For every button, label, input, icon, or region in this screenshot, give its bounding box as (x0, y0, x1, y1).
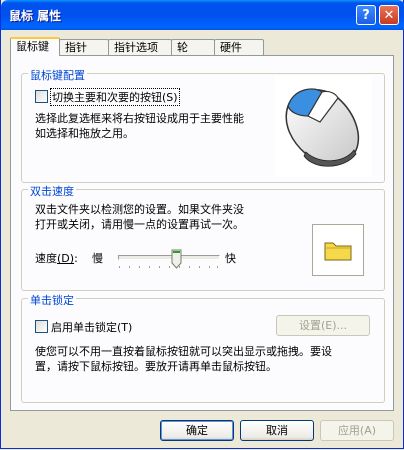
slider-track (118, 255, 220, 260)
mouse-icon (285, 88, 360, 167)
click-lock-group: 单击锁定 启用单击锁定(T) 设置(E)... 使您可以不用一直按着鼠标按钮就可… (21, 292, 385, 403)
title-bar[interactable]: 鼠标 属性 ? ✕ (1, 0, 404, 30)
tab-panel: 鼠标键配置 切换主要和次要的按钮(S) 选择此复选框来将右按钮设成用于主要性能 … (10, 55, 394, 411)
tab-buttons[interactable]: 鼠标键 (10, 37, 60, 56)
tab-wheel[interactable]: 轮 (171, 39, 215, 55)
tab-hardware[interactable]: 硬件 (214, 39, 264, 55)
help-button[interactable]: ? (356, 5, 376, 25)
double-click-desc-2: 打开或关闭，请用慢一点的设置再试一次。 (35, 218, 244, 231)
switch-buttons-checkbox[interactable] (35, 90, 48, 103)
button-config-desc-2: 如选择和拖放之用。 (35, 127, 134, 140)
tab-pointer-options[interactable]: 指针选项 (108, 39, 172, 55)
click-lock-title: 单击锁定 (28, 292, 76, 308)
double-click-desc-1: 双击文件夹以检测您的设置。如果文件夹没 (35, 203, 244, 216)
test-folder-area[interactable] (312, 224, 364, 276)
slow-label: 慢 (92, 252, 103, 265)
double-click-title: 双击速度 (28, 183, 76, 199)
click-lock-checkbox[interactable] (35, 320, 48, 333)
click-lock-settings-button[interactable]: 设置(E)... (276, 315, 370, 336)
folder-icon (324, 242, 352, 261)
speed-slider[interactable] (118, 249, 220, 277)
button-config-title: 鼠标键配置 (28, 67, 87, 83)
mouse-properties-window: 鼠标 属性 ? ✕ 鼠标键 指针 指针选项 轮 硬件 鼠标键配置 切换主要和次要… (0, 0, 404, 449)
apply-button[interactable]: 应用(A) (320, 420, 394, 441)
button-config-group: 鼠标键配置 切换主要和次要的按钮(S) 选择此复选框来将右按钮设成用于主要性能 … (21, 67, 385, 183)
cancel-button[interactable]: 取消 (240, 420, 314, 441)
click-lock-label[interactable]: 启用单击锁定(T) (51, 319, 132, 335)
close-button[interactable]: ✕ (379, 5, 399, 25)
switch-buttons-label[interactable]: 切换主要和次要的按钮(S) (50, 88, 180, 106)
click-lock-desc-2: 置，请按下鼠标按钮。要放开请再单击鼠标按钮。 (35, 360, 277, 373)
slider-thumb[interactable] (171, 249, 182, 269)
slider-ticks (119, 266, 218, 268)
tab-pointers[interactable]: 指针 (59, 39, 109, 55)
fast-label: 快 (225, 252, 236, 265)
ok-button[interactable]: 确定 (160, 420, 234, 441)
window-title: 鼠标 属性 (9, 9, 62, 23)
speed-label: 速度(D): (35, 252, 78, 265)
click-lock-desc-1: 使您可以不用一直按着鼠标按钮就可以突出显示或拖拽。要设 (35, 345, 332, 358)
double-click-group: 双击速度 双击文件夹以检测您的设置。如果文件夹没 打开或关闭，请用慢一点的设置再… (21, 183, 385, 291)
button-config-desc-1: 选择此复选框来将右按钮设成用于主要性能 (35, 112, 244, 125)
mouse-preview (274, 76, 372, 177)
